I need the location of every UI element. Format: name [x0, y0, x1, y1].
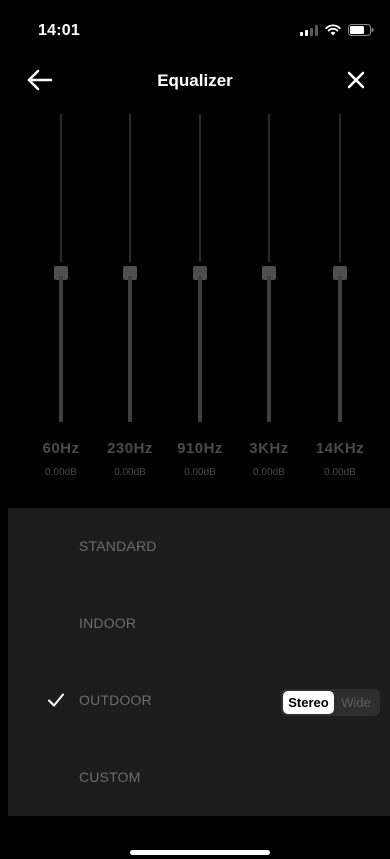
- eq-track: [268, 114, 270, 262]
- eq-frequency-label: 910Hz: [177, 440, 223, 457]
- eq-track: [128, 276, 132, 422]
- preset-indoor[interactable]: INDOOR: [8, 585, 390, 662]
- eq-track: [60, 114, 62, 262]
- nav-bar: Equalizer: [0, 58, 390, 102]
- preset-label: CUSTOM: [79, 769, 141, 785]
- status-bar: 14:01: [0, 0, 390, 48]
- preset-label: STANDARD: [79, 538, 157, 554]
- page-title: Equalizer: [157, 71, 233, 90]
- stereo-wide-toggle: Stereo Wide: [281, 689, 380, 716]
- preset-label: OUTDOOR: [79, 692, 152, 708]
- preset-outdoor[interactable]: OUTDOOR Stereo Wide: [8, 662, 390, 739]
- eq-track: [129, 114, 131, 262]
- eq-gain-value: 0.00dB: [184, 467, 216, 478]
- preset-custom[interactable]: CUSTOM: [8, 739, 390, 816]
- wide-option[interactable]: Wide: [334, 691, 378, 714]
- status-time: 14:01: [38, 22, 80, 39]
- eq-frequency-label: 14KHz: [315, 440, 365, 457]
- wifi-icon: [325, 24, 341, 36]
- preset-standard[interactable]: STANDARD: [8, 508, 390, 585]
- stereo-option[interactable]: Stereo: [283, 691, 334, 714]
- eq-track: [338, 276, 342, 422]
- eq-frequency-label: 3KHz: [249, 440, 289, 457]
- eq-track: [198, 276, 202, 422]
- preset-label: INDOOR: [79, 615, 137, 631]
- check-icon: [48, 693, 64, 707]
- status-icons: [300, 24, 374, 36]
- eq-gain-value: 0.00dB: [253, 467, 285, 478]
- eq-track: [59, 276, 63, 422]
- eq-gain-value: 0.00dB: [45, 467, 77, 478]
- preset-list: STANDARD INDOOR OUTDOOR Stereo Wide CUST…: [8, 508, 390, 816]
- equalizer: 60Hz 0.00dB 230Hz 0.00dB 910Hz 0.00dB 3K…: [0, 110, 390, 500]
- home-indicator[interactable]: [130, 850, 270, 855]
- eq-frequency-label: 60Hz: [42, 440, 80, 457]
- close-icon[interactable]: [342, 66, 370, 94]
- signal-icon: [300, 24, 318, 36]
- eq-track: [267, 276, 271, 422]
- eq-gain-value: 0.00dB: [114, 467, 146, 478]
- eq-track: [339, 114, 341, 262]
- eq-track: [199, 114, 201, 262]
- battery-icon: [348, 24, 374, 36]
- eq-frequency-label: 230Hz: [107, 440, 153, 457]
- eq-gain-value: 0.00dB: [324, 467, 356, 478]
